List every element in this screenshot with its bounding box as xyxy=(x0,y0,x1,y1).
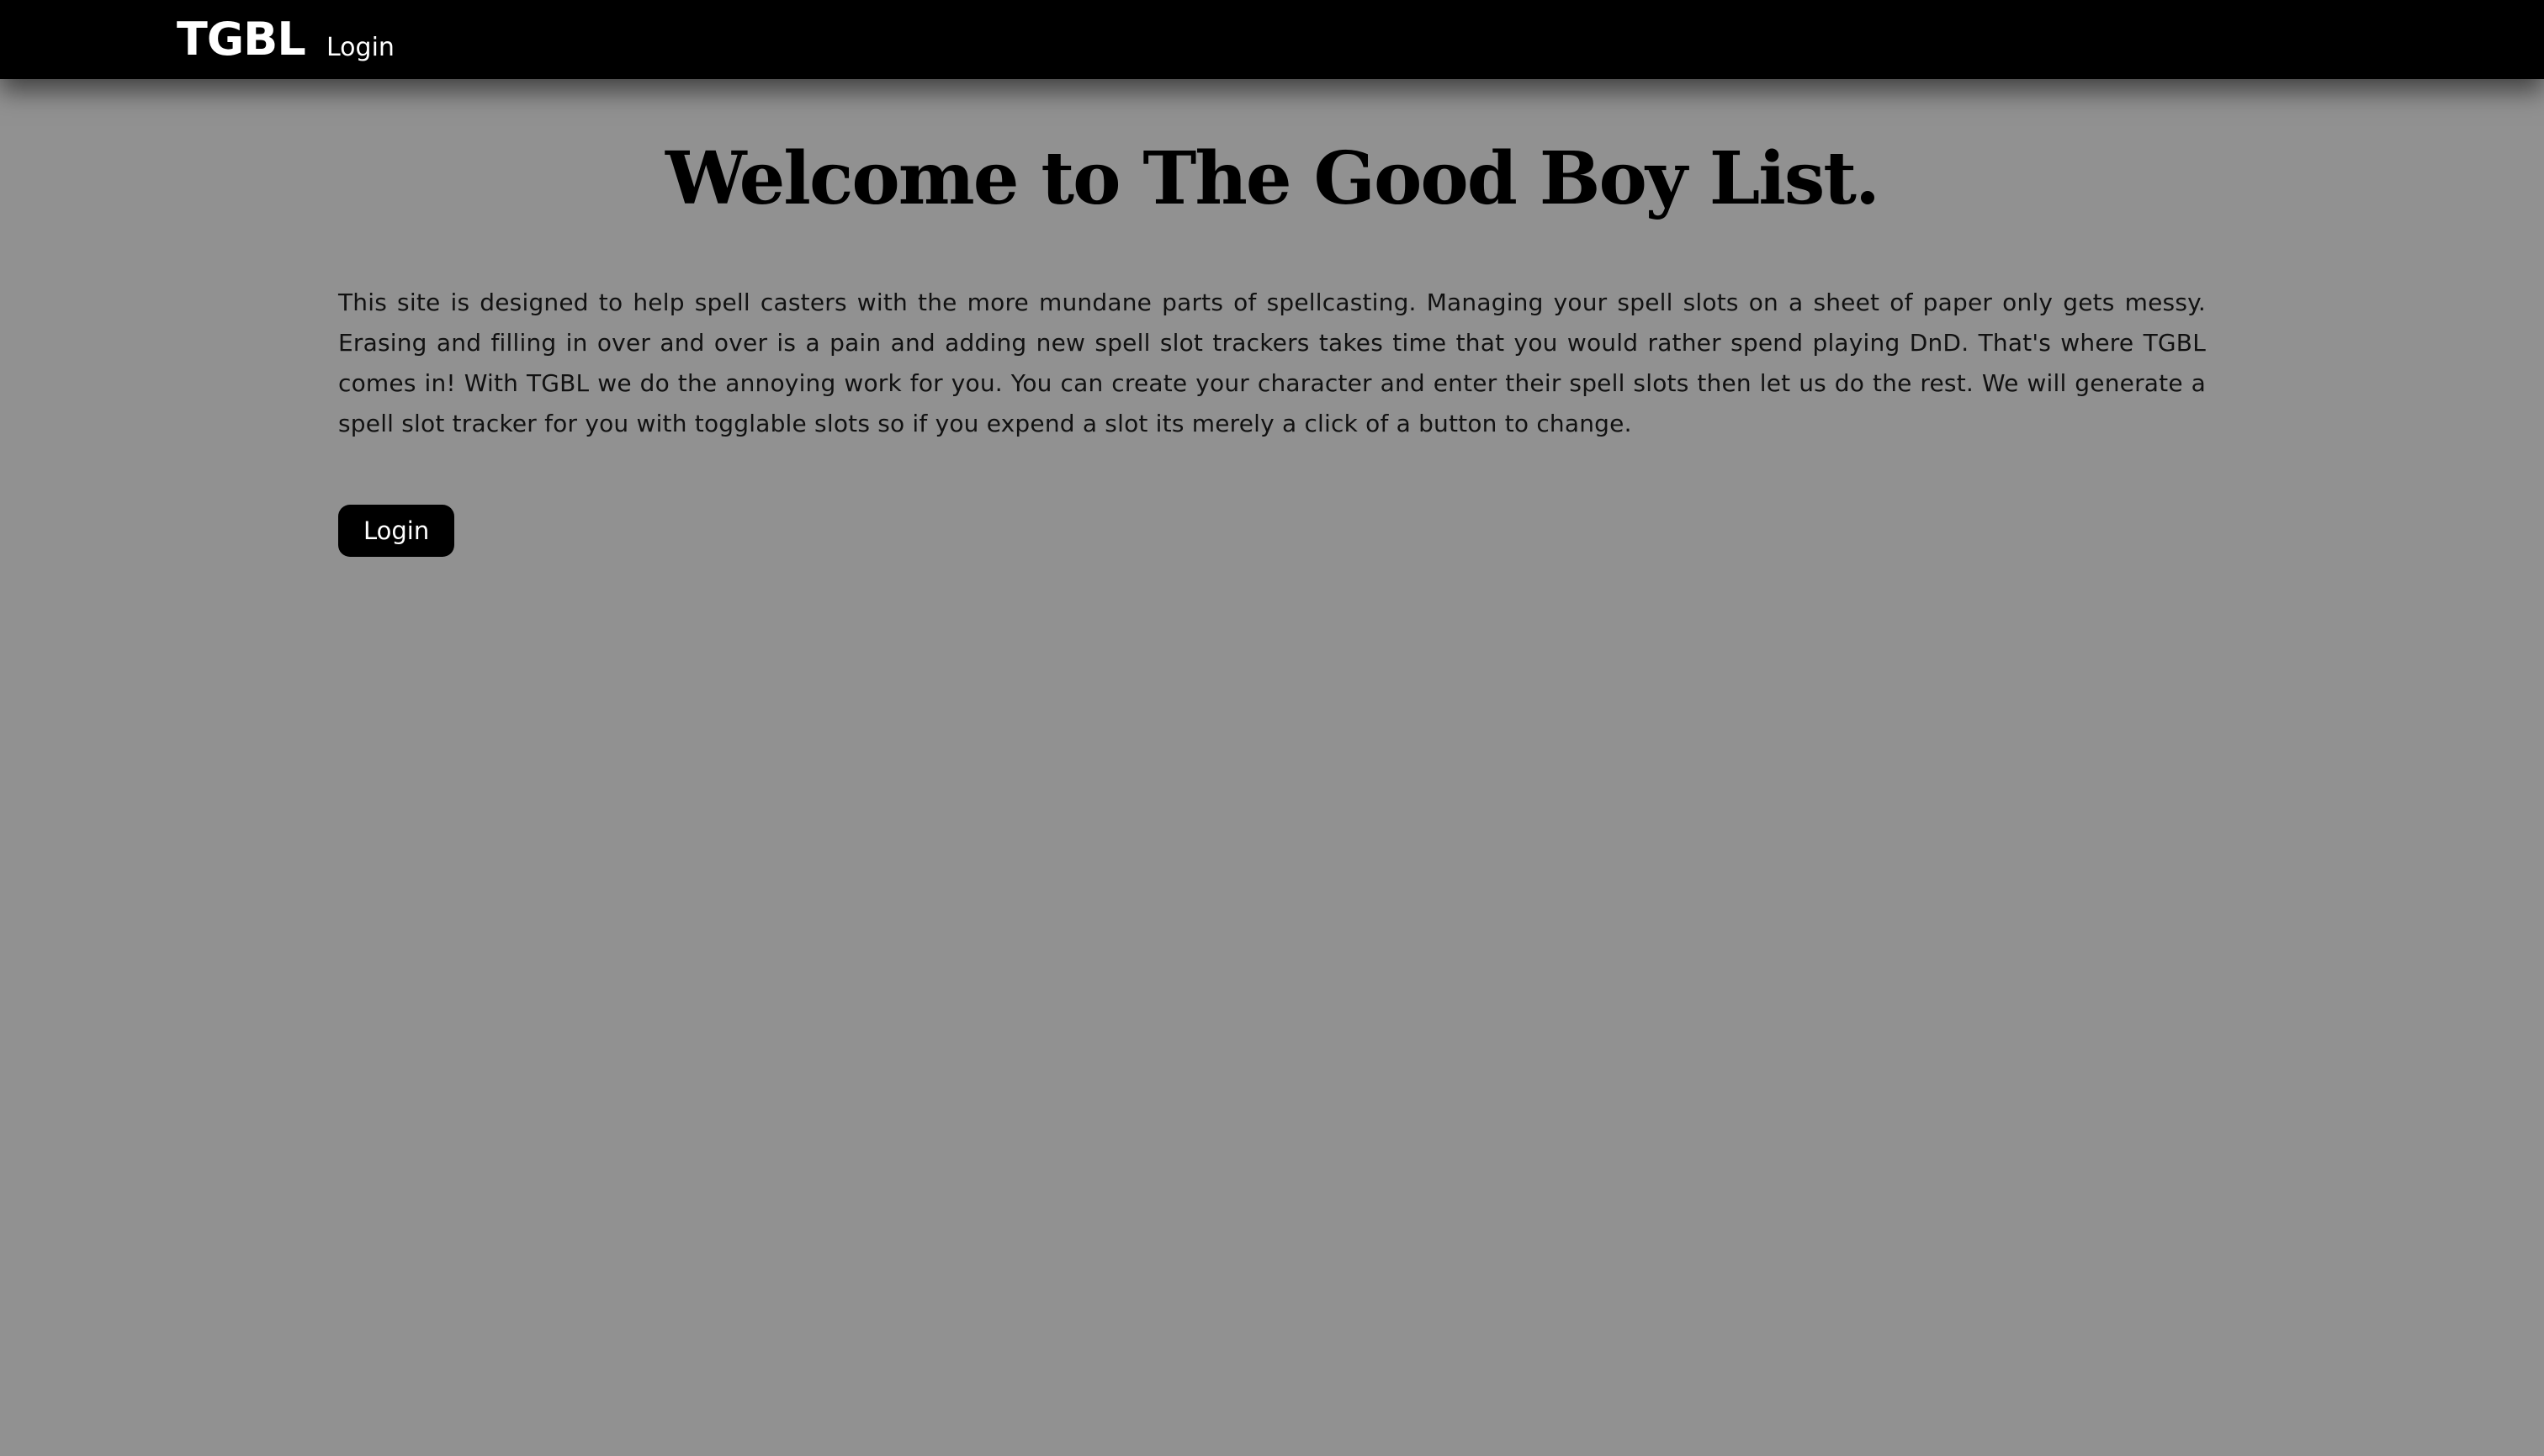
page-title: Welcome to The Good Boy List. xyxy=(665,136,1880,221)
brand-logo[interactable]: TGBL xyxy=(177,8,306,71)
intro-paragraph: This site is designed to help spell cast… xyxy=(338,289,2206,437)
login-button[interactable]: Login xyxy=(338,505,455,557)
main-content: Welcome to The Good Boy List. This site … xyxy=(338,79,2206,557)
nav-login-link[interactable]: Login xyxy=(326,17,395,79)
navbar: TGBL Login xyxy=(0,0,2544,79)
